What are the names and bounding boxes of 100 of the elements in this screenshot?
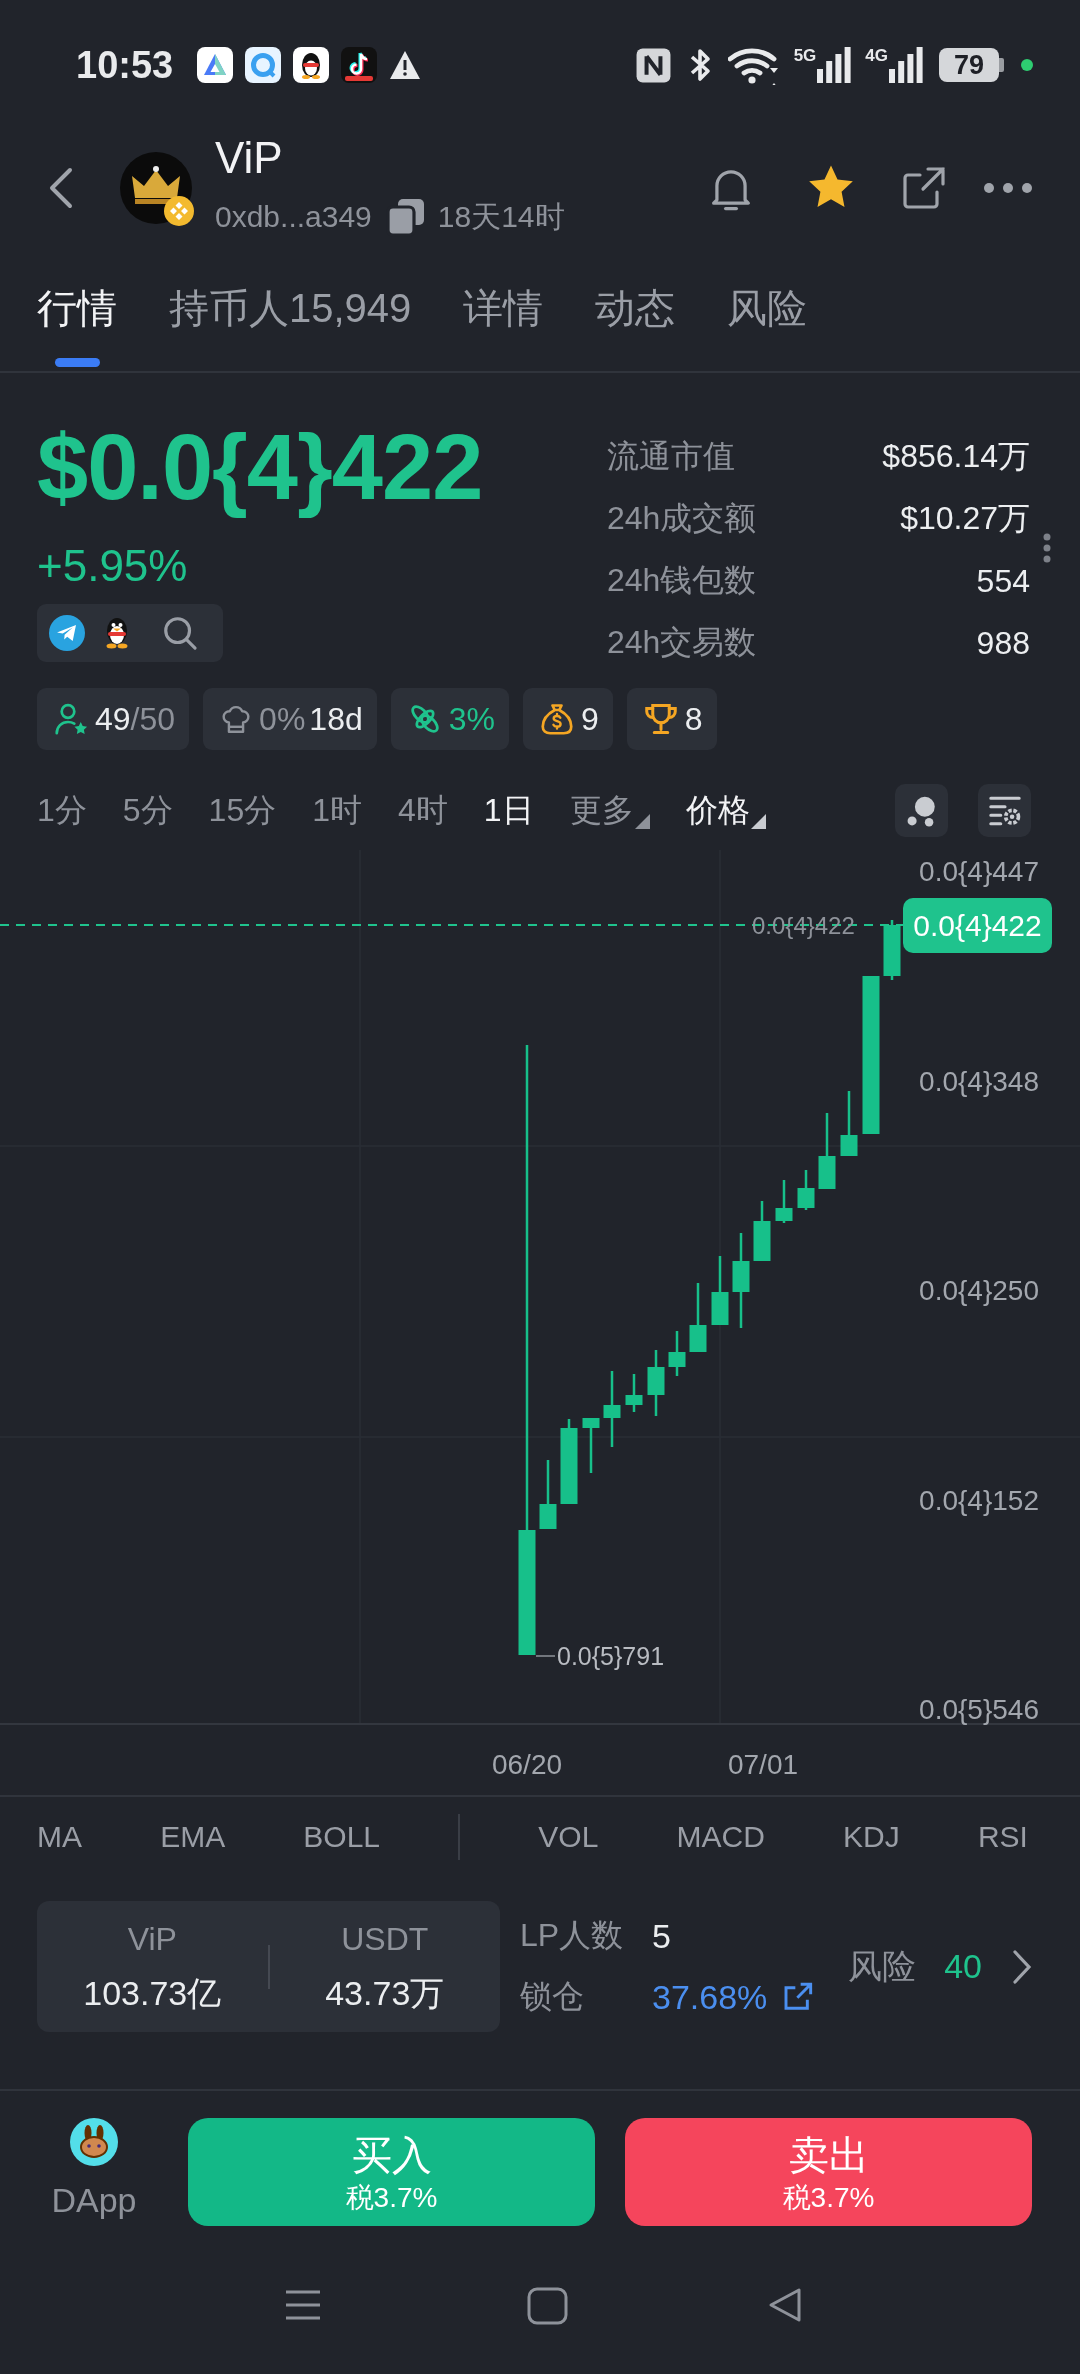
ring-app-icon xyxy=(245,47,282,83)
tab[interactable]: 详情 xyxy=(463,245,544,371)
lock-link[interactable]: 37.68% xyxy=(652,1977,768,2017)
dev-age: 18d xyxy=(309,700,363,738)
square-icon[interactable] xyxy=(527,2287,568,2325)
back-icon[interactable] xyxy=(48,165,74,210)
risk-label: 风险 xyxy=(848,1945,917,1987)
network-label: 4G xyxy=(865,47,888,64)
candle xyxy=(775,1180,793,1223)
indicator-tab[interactable]: EMA xyxy=(160,1819,226,1854)
stat-badge[interactable]: 9 xyxy=(522,688,613,750)
candle xyxy=(883,920,901,980)
tab[interactable]: 持币人15,949 xyxy=(169,245,412,371)
battery-indicator: 79 xyxy=(939,48,1004,82)
bag-count: 9 xyxy=(580,700,599,738)
stat-badge[interactable]: 3% xyxy=(390,688,509,750)
nfc-icon xyxy=(634,46,672,84)
user-star-icon xyxy=(53,701,89,737)
candle xyxy=(711,1256,729,1325)
bluetooth-icon xyxy=(689,47,712,83)
timeframe-tab[interactable]: 1时 xyxy=(312,788,362,833)
timeframe-tab[interactable]: 15分 xyxy=(208,788,277,833)
stat-badge[interactable]: 49/50 xyxy=(37,688,190,750)
bunny-icon xyxy=(70,2118,118,2166)
timeframe-tab[interactable]: 1分 xyxy=(37,788,87,833)
caret-icon xyxy=(750,813,766,829)
penguin-app-icon xyxy=(293,47,330,83)
price-line-label: 0.0{4}422 xyxy=(752,912,855,939)
telegram-icon[interactable] xyxy=(49,615,85,651)
axis-label: 0.0{4}348 xyxy=(919,1065,1039,1097)
warning-icon xyxy=(389,50,422,80)
pool-amount: 43.73万 xyxy=(325,1972,445,2013)
candle xyxy=(753,1201,771,1261)
stat-value: 988 xyxy=(976,624,1030,662)
indicator-tab[interactable]: KDJ xyxy=(843,1819,900,1854)
candle xyxy=(582,1418,600,1473)
candle xyxy=(625,1374,643,1412)
dropdown-menu[interactable]: 更多 xyxy=(569,788,650,833)
holder-count: 49/50 xyxy=(95,700,176,738)
axis-label: 0.0{4}250 xyxy=(919,1275,1039,1306)
chain-badge-icon xyxy=(164,195,194,226)
axis-label: 0.0{4}152 xyxy=(919,1484,1039,1516)
signal-icon xyxy=(889,47,923,83)
indicator-tab[interactable]: BOLL xyxy=(303,1819,381,1854)
tab[interactable]: 动态 xyxy=(595,245,676,371)
external-link-icon[interactable] xyxy=(782,1981,815,2013)
date-label: 06/20 xyxy=(491,1749,563,1780)
trophy-icon xyxy=(642,701,679,737)
candle xyxy=(797,1170,815,1210)
token-age: 18天14时 xyxy=(437,199,565,235)
sell-button[interactable]: 卖出 税3.7% xyxy=(625,2118,1032,2226)
tab[interactable]: 风险 xyxy=(727,245,808,371)
timeframe-tab[interactable]: 5分 xyxy=(122,788,173,833)
pool-amount: 103.73亿 xyxy=(83,1972,222,2013)
stat-value: 554 xyxy=(976,562,1030,600)
timeframe-tab[interactable]: 1日 xyxy=(483,788,534,833)
stat-badge[interactable]: 0%18d xyxy=(203,688,377,750)
network-label: 5G xyxy=(793,47,817,64)
back-icon[interactable] xyxy=(768,2287,802,2323)
stat-label: 流通市值 xyxy=(607,437,735,476)
tab[interactable]: 行情 xyxy=(37,245,117,371)
pool-token: USDT xyxy=(341,1920,429,1957)
token-name: ViP xyxy=(215,134,284,182)
lp-label: LP人数 xyxy=(520,1916,625,1955)
axis-label: 0.0{4}447 xyxy=(919,856,1039,887)
dev-share: 0% xyxy=(259,700,306,738)
music-note-app-icon xyxy=(341,47,378,83)
axis-label: 0.0{5}546 xyxy=(919,1694,1039,1725)
stat-label: 24h交易数 xyxy=(607,623,757,662)
stat-badge[interactable]: 8 xyxy=(626,688,717,750)
timeframe-tab[interactable]: 4时 xyxy=(398,788,448,833)
indicator-tab[interactable]: VOL xyxy=(538,1819,599,1854)
chart-settings-button[interactable] xyxy=(978,784,1031,837)
candle xyxy=(647,1350,665,1416)
candle xyxy=(539,1460,557,1529)
risk-score: 40 xyxy=(944,1947,982,1986)
last-price-tag: 0.0{4}422 xyxy=(903,898,1052,953)
trophy-count: 8 xyxy=(684,700,703,738)
leader-line xyxy=(535,1655,556,1657)
chevron-right-icon[interactable] xyxy=(1012,1948,1032,1985)
lock-label: 锁仓 xyxy=(520,1977,585,2016)
contract-address: 0xdb...a349 xyxy=(215,199,372,235)
clock-time: 10:53 xyxy=(76,43,174,87)
pool-token: ViP xyxy=(127,1920,177,1957)
more-icon[interactable] xyxy=(983,181,1033,194)
more-vertical-icon[interactable] xyxy=(1043,533,1051,563)
triangle-app-icon xyxy=(197,47,234,83)
low-price-label: 0.0{5}791 xyxy=(557,1642,665,1670)
dapp-button[interactable]: DApp xyxy=(48,2118,140,2220)
indicator-tab[interactable]: RSI xyxy=(977,1819,1028,1854)
status-dot-icon xyxy=(1021,59,1033,71)
stat-label: 24h成交额 xyxy=(607,499,757,538)
bundle-share: 3% xyxy=(448,700,495,738)
signal-icon xyxy=(817,47,852,83)
indicator-tab[interactable]: MACD xyxy=(676,1819,765,1854)
candle xyxy=(840,1091,858,1156)
indicator-tab[interactable]: MA xyxy=(37,1819,82,1854)
search-icon[interactable] xyxy=(161,614,199,652)
dropdown-menu[interactable]: 价格 xyxy=(685,788,766,833)
bubble-view-button[interactable] xyxy=(895,784,948,837)
